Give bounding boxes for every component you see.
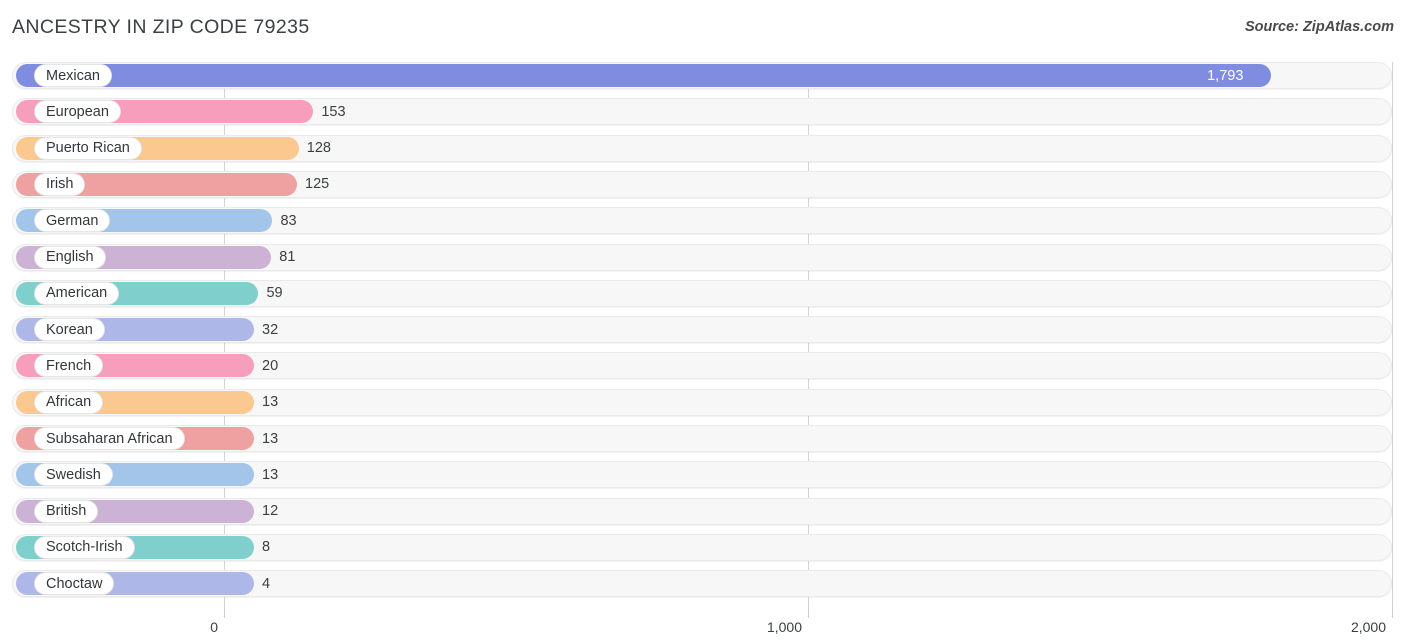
bar-category-label: British: [34, 499, 99, 523]
axis-tick-label: 0: [210, 619, 218, 635]
bar-value-label: 81: [279, 249, 296, 265]
bar-category-label: German: [34, 209, 111, 233]
bar-value-label: 1,793: [1207, 67, 1244, 84]
bar-category-label: Subsaharan African: [34, 427, 185, 450]
bar-value-label: 13: [262, 394, 279, 411]
bar-value-label: 128: [306, 140, 331, 157]
bar-category-label: African: [34, 390, 104, 414]
ancestry-bar-chart: ANCESTRY IN ZIP CODE 79235 Source: ZipAt…: [0, 0, 1406, 644]
bar-row[interactable]: Mexican 1,793: [12, 62, 1392, 89]
bar-row[interactable]: Choctaw 4: [12, 570, 1392, 598]
bar-value-label: 32: [262, 321, 279, 338]
page-title: ANCESTRY IN ZIP CODE 79235: [12, 16, 310, 38]
bar-category-label: French: [34, 354, 104, 378]
bar-category-label: American: [34, 281, 120, 305]
bar-row[interactable]: German 83: [12, 207, 1392, 235]
bar-row[interactable]: European 153: [12, 98, 1392, 126]
bar-value-label: 20: [262, 357, 279, 374]
x-axis: 0 1,000 2,000: [0, 607, 1406, 644]
bar-category-label: Choctaw: [34, 572, 115, 596]
bar-category-label: Irish: [34, 172, 86, 196]
bar-value-label: 13: [262, 430, 279, 447]
bar-category-label: Korean: [34, 318, 105, 342]
bar-value-label: 8: [262, 539, 271, 556]
bar-row[interactable]: African 13: [12, 388, 1392, 416]
bar-value-label: 4: [262, 575, 271, 592]
bar-category-label: Puerto Rican: [34, 136, 142, 160]
bar-category-label: Scotch-Irish: [34, 535, 135, 559]
bar-row[interactable]: Subsaharan African 13: [12, 425, 1392, 452]
bar[interactable]: [16, 64, 1272, 87]
axis-tick-mark: [808, 607, 809, 618]
bar-row[interactable]: American 59: [12, 279, 1392, 307]
bar-category-label: Swedish: [34, 463, 113, 487]
bar-category-label: European: [34, 100, 121, 124]
source-attribution: Source: ZipAtlas.com: [1244, 19, 1394, 35]
bar-value-label: 13: [262, 466, 279, 483]
bar-value-label: 153: [321, 103, 346, 120]
bar-value-label: 12: [262, 503, 279, 520]
bar-row[interactable]: Puerto Rican 128: [12, 134, 1392, 162]
plot-area: Mexican 1,793 European 153 Puerto Rican 128 Ir…: [0, 62, 1406, 607]
bar-value-label: 83: [280, 212, 297, 229]
axis-tick-mark: [224, 607, 225, 618]
bar-row[interactable]: Scotch-Irish 8: [12, 533, 1392, 561]
bar-row[interactable]: French 20: [12, 352, 1392, 380]
bar-category-label: English: [34, 245, 106, 269]
bar-row[interactable]: English 81: [12, 243, 1392, 271]
bar-row[interactable]: Swedish 13: [12, 461, 1392, 489]
axis-tick-mark: [1392, 607, 1393, 618]
bar-value-label: 125: [305, 176, 330, 193]
axis-tick-label: 1,000: [766, 619, 802, 635]
bar-category-label: Mexican: [34, 64, 112, 87]
bar-row[interactable]: British 12: [12, 497, 1392, 525]
bar-value-label: 59: [266, 285, 283, 302]
bar-row[interactable]: Irish 125: [12, 170, 1392, 198]
axis-tick-label: 2,000: [1350, 619, 1386, 635]
bar-row[interactable]: Korean 32: [12, 316, 1392, 344]
gridline: [1392, 62, 1393, 607]
